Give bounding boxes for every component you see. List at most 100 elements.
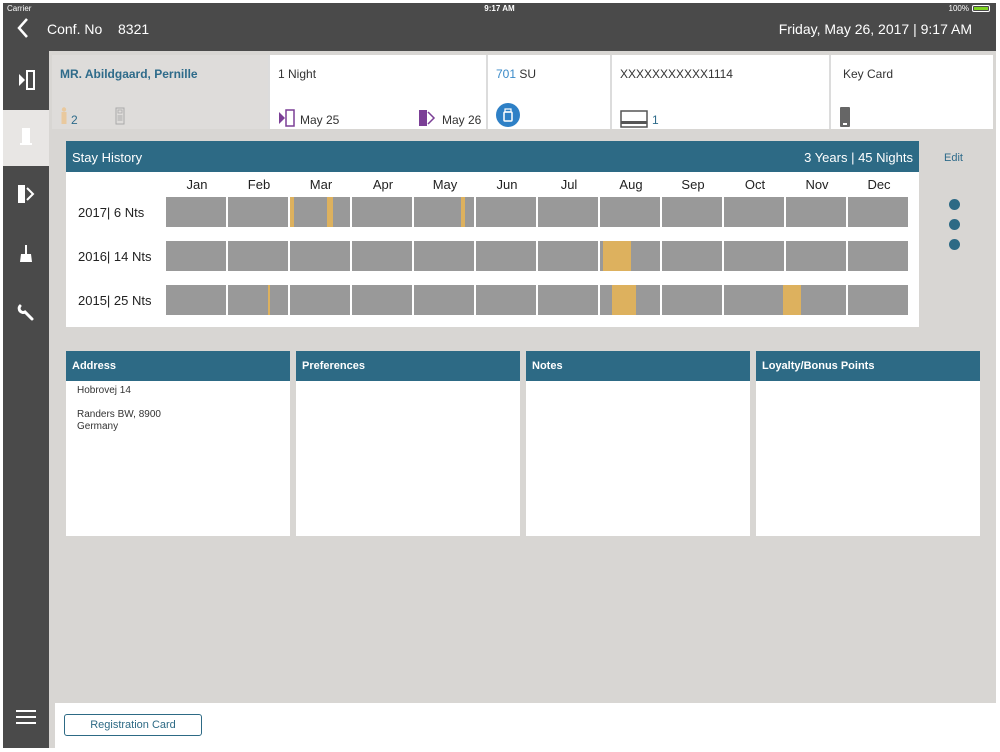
month-segment	[662, 285, 722, 315]
month-segment	[352, 197, 412, 227]
notes-panel-title: Notes	[526, 351, 750, 381]
month-label: Feb	[247, 177, 271, 192]
wrench-icon	[16, 303, 36, 328]
month-segment	[662, 197, 722, 227]
stay-marker[interactable]	[782, 285, 801, 315]
month-segment	[414, 241, 474, 271]
month-label: Aug	[619, 177, 643, 192]
edit-stay-history-link[interactable]: Edit	[944, 152, 963, 164]
month-segment	[290, 241, 350, 271]
month-segment	[538, 285, 598, 315]
chevron-left-icon[interactable]	[17, 17, 29, 44]
year-row[interactable]: 2017| 6 Nts	[66, 197, 919, 227]
check-in-icon	[16, 69, 36, 96]
conf-label: Conf. No	[47, 21, 103, 37]
month-segment	[538, 197, 598, 227]
address-line: Hobrovej 14	[77, 385, 131, 396]
status-bar: Carrier 9:17 AM 100%	[3, 3, 996, 15]
month-label: Jun	[496, 177, 518, 192]
stay-history-header: Stay History 3 Years | 45 Nights	[66, 141, 919, 172]
preferences-panel-title: Preferences	[296, 351, 520, 381]
sidebar-menu-button[interactable]	[3, 691, 49, 747]
month-segment	[352, 241, 412, 271]
month-label: Apr	[372, 177, 394, 192]
notes-panel: Notes	[526, 351, 750, 536]
stay-marker[interactable]	[290, 197, 294, 227]
menu-icon	[16, 709, 36, 730]
month-segment	[228, 285, 288, 315]
stay-marker[interactable]	[460, 197, 465, 227]
month-segment	[848, 241, 908, 271]
stay-marker[interactable]	[612, 285, 637, 315]
room-info: 701 SU	[496, 67, 536, 81]
month-segment	[414, 197, 474, 227]
month-label: Nov	[805, 177, 829, 192]
room-cell[interactable]: 701 SU	[488, 55, 612, 129]
departure-icon	[418, 109, 436, 132]
month-segment	[476, 241, 536, 271]
stay-marker[interactable]	[327, 197, 334, 227]
footer: Registration Card	[55, 703, 996, 748]
registration-card-button[interactable]: Registration Card	[64, 714, 202, 736]
sidebar-item-room[interactable]	[3, 110, 49, 166]
month-segment	[476, 197, 536, 227]
sidebar-item-maintenance[interactable]	[3, 287, 49, 343]
month-label: Jul	[560, 177, 578, 192]
month-segment	[228, 241, 288, 271]
conf-number: 8321	[118, 21, 150, 37]
guest-name: MR. Abildgaard, Pernille	[60, 67, 198, 81]
address-panel-body: Hobrovej 14 Randers BW, 8900 Germany	[66, 381, 290, 437]
year-label: 2017| 6 Nts	[78, 205, 145, 220]
year-row[interactable]: 2015| 25 Nts	[66, 285, 919, 315]
room-status-icon[interactable]	[496, 103, 520, 127]
month-label: Oct	[744, 177, 766, 192]
month-segment	[600, 197, 660, 227]
month-label: Jan	[186, 177, 208, 192]
stay-marker[interactable]	[268, 285, 271, 315]
page-dot-3[interactable]	[949, 239, 960, 250]
stay-history-summary: 3 Years | 45 Nights	[804, 150, 913, 165]
month-segment	[724, 241, 784, 271]
credit-card-icon	[620, 110, 648, 133]
year-row[interactable]: 2016| 14 Nts	[66, 241, 919, 271]
address-panel-title: Address	[66, 351, 290, 381]
room-type: SU	[519, 67, 537, 81]
app-frame: Carrier 9:17 AM 100% Conf. No 8321 Frida…	[3, 3, 996, 748]
document-icon	[115, 107, 125, 130]
arrival-icon	[278, 109, 296, 132]
departure-date: May 26	[442, 113, 482, 127]
month-segment	[166, 285, 226, 315]
month-segment	[414, 285, 474, 315]
month-segment	[290, 285, 350, 315]
month-segment	[848, 285, 908, 315]
main-content: MR. Abildgaard, Pernille 2 1 Night May 2…	[49, 51, 996, 748]
person-icon	[60, 107, 68, 130]
month-segment	[228, 197, 288, 227]
check-out-icon	[16, 183, 36, 210]
guest-cell[interactable]: MR. Abildgaard, Pernille 2	[52, 55, 270, 129]
stay-history-card: Stay History 3 Years | 45 Nights Jan Feb M…	[66, 141, 919, 327]
status-time: 9:17 AM	[484, 4, 515, 13]
stay-marker[interactable]	[603, 241, 632, 271]
page-dot-2[interactable]	[949, 219, 960, 230]
month-segment	[476, 285, 536, 315]
nav-bar: Conf. No 8321 Friday, May 26, 2017 | 9:1…	[3, 15, 996, 51]
card-number: XXXXXXXXXXX1114	[620, 67, 733, 81]
month-label: May	[432, 177, 458, 192]
month-label: Sep	[681, 177, 705, 192]
loyalty-panel: Loyalty/Bonus Points	[756, 351, 980, 536]
door-icon	[19, 127, 33, 150]
sidebar-item-housekeeping[interactable]	[3, 228, 49, 284]
sidebar-item-check-out[interactable]	[3, 168, 49, 224]
sidebar-item-check-in[interactable]	[3, 54, 49, 110]
key-card-label: Key Card	[843, 67, 894, 81]
battery-percent: 100%	[948, 4, 969, 13]
page-dot-1[interactable]	[949, 199, 960, 210]
payment-cell[interactable]: XXXXXXXXXXX1114 1	[612, 55, 831, 129]
housekeeping-broom-icon	[18, 244, 34, 269]
dates-cell[interactable]: 1 Night May 25 May 26	[270, 55, 488, 129]
month-segment	[352, 285, 412, 315]
key-card-cell[interactable]: Key Card	[831, 55, 993, 129]
address-line	[77, 397, 279, 409]
battery-indicator: 100%	[949, 4, 990, 13]
